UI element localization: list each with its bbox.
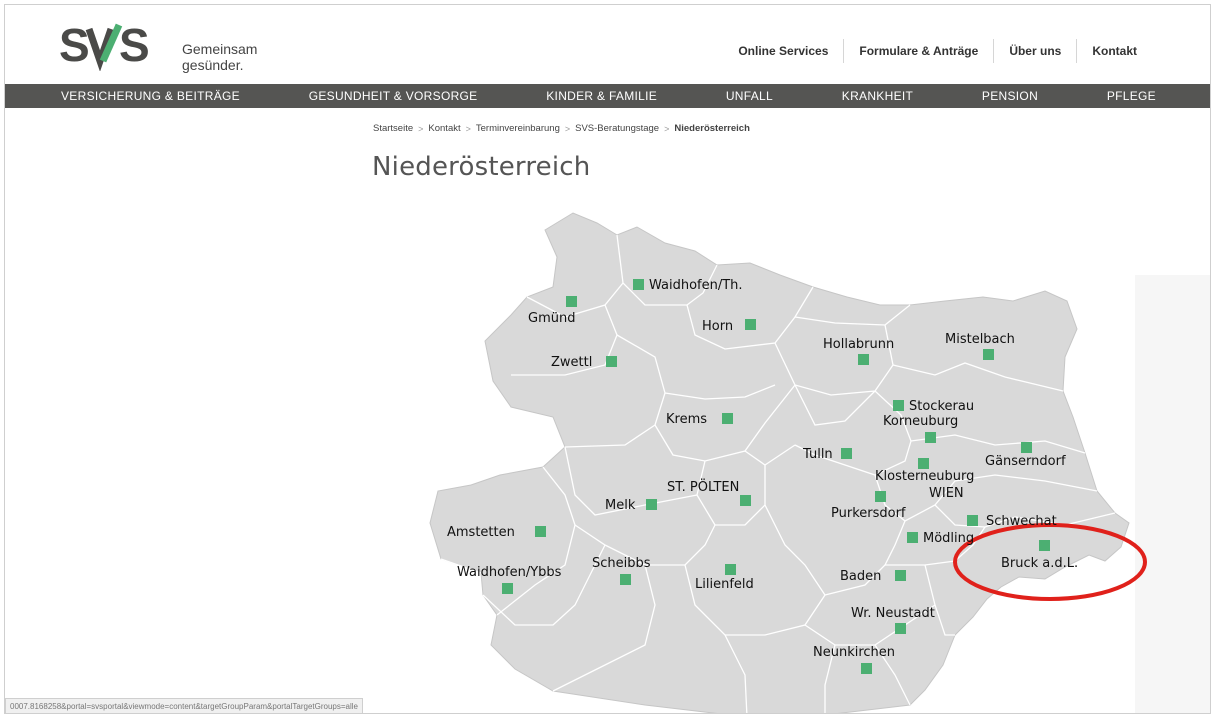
marker-hollabrunn[interactable] [858, 354, 869, 365]
marker-wr-neustadt[interactable] [895, 623, 906, 634]
marker-stockerau[interactable] [893, 400, 904, 411]
label-amstetten[interactable]: Amstetten [447, 525, 515, 540]
marker-gaenserndorf[interactable] [1021, 442, 1032, 453]
marker-bruck-adl[interactable] [1039, 540, 1050, 551]
marker-mistelbach[interactable] [983, 349, 994, 360]
label-stockerau[interactable]: Stockerau [909, 399, 974, 414]
label-melk[interactable]: Melk [605, 498, 636, 513]
label-gmuend[interactable]: Gmünd [528, 311, 575, 326]
label-waidhofen-ybbs[interactable]: Waidhofen/Ybbs [457, 565, 562, 580]
marker-krems[interactable] [722, 413, 733, 424]
label-waidhofen-th[interactable]: Waidhofen/Th. [649, 278, 743, 293]
label-purkersdorf[interactable]: Purkersdorf [831, 506, 906, 521]
label-horn[interactable]: Horn [702, 319, 733, 334]
marker-neunkirchen[interactable] [861, 663, 872, 674]
label-krems[interactable]: Krems [666, 412, 707, 427]
marker-gmuend[interactable] [566, 296, 577, 307]
label-st-poelten[interactable]: ST. PÖLTEN [667, 478, 739, 495]
label-gaenserndorf[interactable]: Gänserndorf [985, 454, 1066, 469]
marker-scheibbs[interactable] [620, 574, 631, 585]
marker-zwettl[interactable] [606, 356, 617, 367]
label-zwettl[interactable]: Zwettl [551, 355, 592, 370]
label-lilienfeld[interactable]: Lilienfeld [695, 577, 754, 592]
marker-korneuburg[interactable] [925, 432, 936, 443]
label-scheibbs[interactable]: Scheibbs [592, 556, 651, 571]
label-korneuburg[interactable]: Korneuburg [883, 414, 958, 429]
marker-waidhofen-th[interactable] [633, 279, 644, 290]
marker-lilienfeld[interactable] [725, 564, 736, 575]
label-wien[interactable]: WIEN [929, 486, 964, 501]
status-bar-url: 0007.8168258&portal=svsportal&viewmode=c… [5, 698, 363, 713]
label-baden[interactable]: Baden [840, 569, 881, 584]
label-tulln[interactable]: Tulln [802, 447, 833, 462]
marker-horn[interactable] [745, 319, 756, 330]
label-moedling[interactable]: Mödling [923, 531, 974, 546]
label-mistelbach[interactable]: Mistelbach [945, 332, 1015, 347]
marker-moedling[interactable] [907, 532, 918, 543]
label-klosterneuburg[interactable]: Klosterneuburg [875, 469, 974, 484]
marker-melk[interactable] [646, 499, 657, 510]
marker-klosterneuburg[interactable] [918, 458, 929, 469]
browser-viewport: S S Gemeinsam gesünder. Online Services … [4, 4, 1211, 714]
marker-st-poelten[interactable] [740, 495, 751, 506]
label-neunkirchen[interactable]: Neunkirchen [813, 645, 895, 660]
region-map: Waidhofen/Th. Gmünd Horn Hollabrunn Mist… [429, 212, 1147, 713]
marker-schwechat[interactable] [967, 515, 978, 526]
marker-purkersdorf[interactable] [875, 491, 886, 502]
marker-amstetten[interactable] [535, 526, 546, 537]
marker-baden[interactable] [895, 570, 906, 581]
label-wr-neustadt[interactable]: Wr. Neustadt [851, 606, 935, 621]
marker-waidhofen-ybbs[interactable] [502, 583, 513, 594]
label-hollabrunn[interactable]: Hollabrunn [823, 337, 894, 352]
label-bruck-adl[interactable]: Bruck a.d.L. [1001, 556, 1078, 571]
marker-tulln[interactable] [841, 448, 852, 459]
label-schwechat[interactable]: Schwechat [986, 514, 1057, 529]
